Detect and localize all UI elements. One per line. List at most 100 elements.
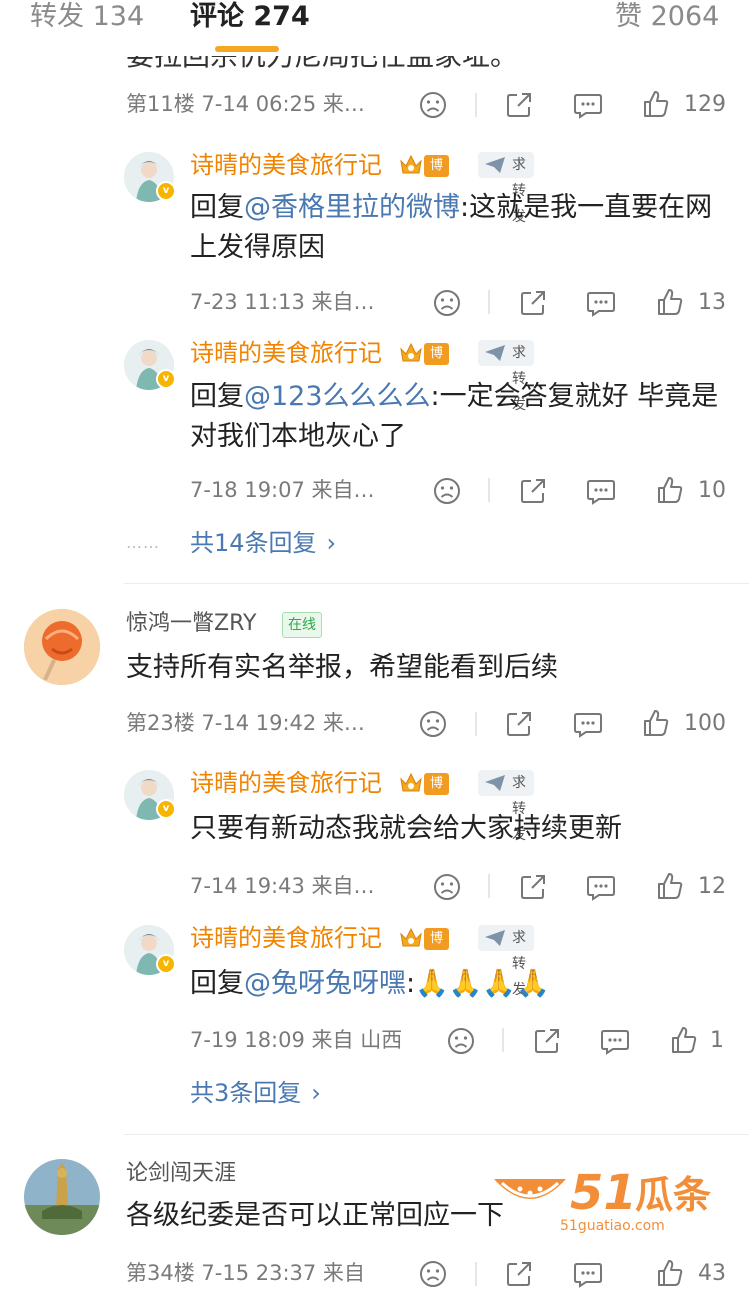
verified-badge: v	[156, 954, 176, 974]
comment-icon[interactable]	[585, 871, 617, 903]
comment-meta: 第23楼 7-14 19:42 来…	[126, 711, 365, 735]
request-forward-tag[interactable]: 求转发	[478, 925, 534, 998]
comment-author-name[interactable]: 惊鸿一瞥ZRY	[126, 610, 256, 638]
like-count: 129	[684, 92, 726, 117]
comment-icon[interactable]	[572, 1258, 604, 1290]
thumbs-up-icon[interactable]	[655, 474, 685, 506]
frown-icon[interactable]	[432, 287, 462, 319]
paper-plane-icon	[485, 930, 505, 946]
tab-likes[interactable]: 赞 2064	[615, 0, 719, 34]
blogger-badge: 博主	[424, 773, 450, 813]
divider	[475, 712, 477, 736]
reply-meta: 7-23 11:13 来自…	[190, 290, 375, 314]
share-icon[interactable]	[504, 1258, 534, 1290]
reply-meta: 7-19 18:09 来自 山西	[190, 1028, 403, 1052]
frown-icon[interactable]	[418, 1258, 448, 1290]
share-icon[interactable]	[518, 287, 548, 319]
reply-text: 只要有新动态我就会给大家持续更新	[190, 813, 622, 844]
more-replies-link[interactable]: 共3条回复 ›	[190, 1078, 321, 1108]
thumbs-up-icon[interactable]	[641, 707, 671, 739]
frown-icon[interactable]	[418, 89, 448, 121]
reply-text: 回复@123么么么么:一定会答复就好 毕竟是对我们本地灰心了	[190, 381, 719, 452]
reply-text: 回复@兔呀兔呀嘿:🙏🙏🙏🙏	[190, 968, 550, 999]
frown-icon[interactable]	[418, 708, 448, 740]
like-count: 1	[710, 1028, 724, 1053]
paper-plane-icon	[485, 775, 505, 791]
request-forward-tag[interactable]: 求转发	[478, 152, 534, 225]
mention-link[interactable]: @123么么么么	[244, 381, 431, 412]
thumbs-up-icon[interactable]	[669, 1024, 699, 1056]
comment-text: 各级纪委是否可以正常回应一下	[126, 1200, 504, 1231]
reply-meta: 7-18 19:07 来自…	[190, 478, 375, 502]
online-status-badge: 在线	[282, 612, 322, 638]
blogger-badge: 博主	[424, 343, 450, 383]
active-tab-indicator	[215, 46, 279, 52]
divider	[475, 1262, 477, 1286]
blogger-badge: 博主	[424, 155, 450, 195]
share-icon[interactable]	[504, 89, 534, 121]
comment-icon[interactable]	[572, 708, 604, 740]
thumbs-up-icon[interactable]	[641, 88, 671, 120]
paper-plane-icon	[485, 157, 505, 173]
share-icon[interactable]	[518, 475, 548, 507]
reply-author-name[interactable]: 诗晴的美食旅行记	[190, 338, 382, 368]
share-icon[interactable]	[532, 1025, 562, 1057]
request-forward-tag[interactable]: 求转发	[478, 770, 534, 843]
more-dots: ……	[126, 533, 160, 552]
chevron-right-icon: ›	[326, 529, 337, 557]
like-count: 10	[698, 478, 726, 503]
reply-author-name[interactable]: 诗晴的美食旅行记	[190, 923, 382, 953]
comment-icon[interactable]	[572, 89, 604, 121]
more-replies-link[interactable]: 共14条回复 ›	[190, 528, 336, 558]
avatar[interactable]	[24, 1159, 100, 1235]
verified-badge: v	[156, 181, 176, 201]
comment-author-name[interactable]: 论剑闯天涯	[126, 1160, 236, 1188]
mention-link[interactable]: @香格里拉的微博	[244, 192, 460, 223]
blogger-badge: 博主	[424, 928, 450, 968]
mention-link[interactable]: @兔呀兔呀嘿	[244, 968, 406, 999]
watermelon-logo-icon	[494, 1179, 566, 1199]
thumbs-up-icon[interactable]	[655, 1257, 685, 1289]
share-icon[interactable]	[504, 708, 534, 740]
verified-badge: v	[156, 799, 176, 819]
comment-tabs: 转发 134 评论 274 赞 2064	[0, 0, 749, 56]
like-count: 13	[698, 290, 726, 315]
like-count: 43	[698, 1261, 726, 1286]
comment-icon[interactable]	[585, 287, 617, 319]
like-count: 100	[684, 711, 726, 736]
comment-divider	[124, 1134, 749, 1135]
comment-text: 支持所有实名举报，希望能看到后续	[126, 652, 558, 683]
vip-crown-icon	[400, 154, 422, 174]
request-forward-tag[interactable]: 求转发	[478, 340, 534, 413]
divider	[488, 874, 490, 898]
comment-meta: 第11楼 7-14 06:25 来…	[126, 92, 365, 116]
reply-author-name[interactable]: 诗晴的美食旅行记	[190, 768, 382, 798]
tab-comments[interactable]: 评论 274	[190, 0, 310, 34]
like-count: 12	[698, 874, 726, 899]
verified-badge: v	[156, 369, 176, 389]
comment-icon[interactable]	[585, 475, 617, 507]
frown-icon[interactable]	[446, 1025, 476, 1057]
vip-crown-icon	[400, 342, 422, 362]
site-watermark: 51 瓜条 51guatiao.com	[490, 1165, 730, 1245]
frown-icon[interactable]	[432, 475, 462, 507]
share-icon[interactable]	[518, 871, 548, 903]
divider	[502, 1028, 504, 1052]
comment-icon[interactable]	[599, 1025, 631, 1057]
divider	[488, 478, 490, 502]
thumbs-up-icon[interactable]	[655, 870, 685, 902]
vip-crown-icon	[400, 772, 422, 792]
thumbs-up-icon[interactable]	[655, 286, 685, 318]
comment-divider	[124, 583, 749, 584]
comment-meta: 第34楼 7-15 23:37 来自	[126, 1261, 365, 1285]
reply-author-name[interactable]: 诗晴的美食旅行记	[190, 150, 382, 180]
tab-forward[interactable]: 转发 134	[30, 0, 144, 34]
chevron-right-icon: ›	[311, 1079, 321, 1107]
divider	[475, 93, 477, 117]
vip-crown-icon	[400, 927, 422, 947]
avatar[interactable]	[24, 609, 100, 685]
paper-plane-icon	[485, 345, 505, 361]
frown-icon[interactable]	[432, 871, 462, 903]
reply-text: 回复@香格里拉的微博:这就是我一直要在网上发得原因	[190, 192, 713, 263]
reply-meta: 7-14 19:43 来自…	[190, 874, 375, 898]
